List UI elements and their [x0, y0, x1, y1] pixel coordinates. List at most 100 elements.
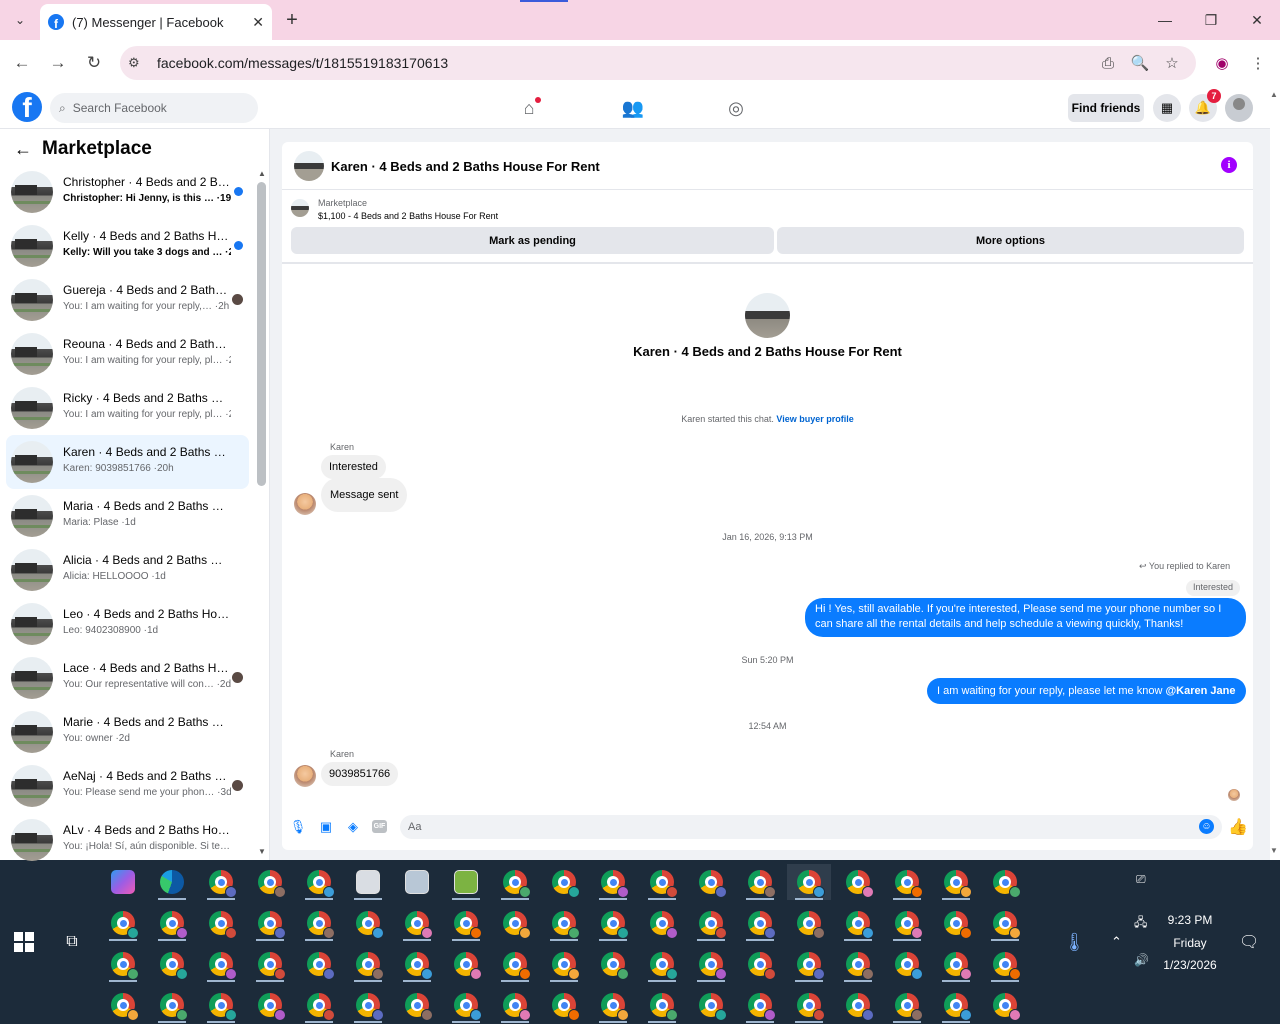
taskbar-app-button[interactable]: [885, 864, 929, 900]
taskbar-app-button[interactable]: [738, 946, 782, 982]
message-bubble-outgoing[interactable]: Hi ! Yes, still available. If you're int…: [805, 598, 1246, 637]
conversation-item[interactable]: Ricky · 4 Beds and 2 Baths House For Ren…: [6, 381, 249, 435]
taskbar-app-button[interactable]: [493, 905, 537, 941]
minimize-button[interactable]: —: [1150, 8, 1180, 32]
sidebar-scrollbar[interactable]: [257, 182, 266, 486]
task-view-icon[interactable]: ⧉: [62, 932, 82, 952]
taskbar-app-button[interactable]: [689, 864, 733, 900]
taskbar-app-button[interactable]: [640, 987, 684, 1023]
page-scroll-up-icon[interactable]: ▲: [1270, 90, 1278, 99]
url-text[interactable]: facebook.com/messages/t/1815519183170613: [157, 55, 448, 71]
taskbar-app-button[interactable]: [885, 946, 929, 982]
restore-button[interactable]: ❐: [1196, 8, 1226, 32]
clock-date[interactable]: 1/23/2026: [1160, 958, 1220, 972]
quoted-message[interactable]: Interested: [1186, 580, 1241, 596]
browser-tab-messenger[interactable]: f (7) Messenger | Facebook ✕: [40, 4, 272, 40]
conversation-item[interactable]: Guereja · 4 Beds and 2 Baths House For R…: [6, 273, 249, 327]
taskbar-app-button[interactable]: [395, 946, 439, 982]
conversation-item[interactable]: Alicia · 4 Beds and 2 Baths House For Re…: [6, 543, 249, 597]
taskbar-app-button[interactable]: [150, 987, 194, 1023]
taskbar-app-button[interactable]: [493, 864, 537, 900]
profile-icon[interactable]: ◉: [1211, 53, 1233, 73]
taskbar-app-button[interactable]: [444, 905, 488, 941]
back-arrow-icon[interactable]: ←: [14, 139, 32, 160]
find-friends-button[interactable]: Find friends: [1068, 94, 1144, 122]
taskbar-app-button[interactable]: [738, 864, 782, 900]
taskbar-app-button[interactable]: [493, 987, 537, 1023]
new-tab-button[interactable]: +: [280, 8, 304, 32]
taskbar-app-button[interactable]: [199, 864, 243, 900]
view-buyer-profile-link[interactable]: View buyer profile: [776, 414, 853, 424]
sender-avatar[interactable]: [294, 493, 316, 515]
taskbar-app-button[interactable]: [444, 864, 488, 900]
taskbar-app-button[interactable]: [346, 946, 390, 982]
taskbar-app-button[interactable]: [836, 864, 880, 900]
taskbar-app-button[interactable]: [787, 987, 831, 1023]
taskbar-app-button[interactable]: [346, 864, 390, 900]
account-avatar[interactable]: [1225, 94, 1253, 122]
mention-karen-jane[interactable]: @Karen Jane: [1165, 684, 1235, 699]
volume-icon[interactable]: 🔊: [1134, 953, 1149, 967]
bookmark-star-icon[interactable]: ☆: [1161, 53, 1183, 73]
taskbar-app-button[interactable]: [444, 946, 488, 982]
taskbar-app-button[interactable]: [591, 905, 635, 941]
taskbar-app-button[interactable]: [150, 946, 194, 982]
browser-menu-icon[interactable]: ⋮: [1247, 53, 1269, 73]
conversation-item[interactable]: Kelly · 4 Beds and 2 Baths House For Ren…: [6, 219, 249, 273]
microphone-icon[interactable]: 🎙: [290, 819, 307, 835]
taskbar-app-button[interactable]: [787, 905, 831, 941]
taskbar-app-button[interactable]: [640, 864, 684, 900]
taskbar-app-button[interactable]: [787, 946, 831, 982]
gif-icon[interactable]: GIF: [372, 820, 387, 833]
conversation-avatar[interactable]: [745, 293, 790, 338]
taskbar-app-button[interactable]: [444, 987, 488, 1023]
taskbar-app-button[interactable]: [836, 987, 880, 1023]
message-input[interactable]: Aa: [400, 815, 1222, 839]
conversation-item[interactable]: Marie · 4 Beds and 2 Baths House For Ren…: [6, 705, 249, 759]
sender-avatar[interactable]: [294, 765, 316, 787]
thumbs-up-icon[interactable]: 👍: [1228, 817, 1248, 837]
taskbar-app-button[interactable]: [934, 946, 978, 982]
windows-start-icon[interactable]: [14, 932, 34, 952]
taskbar-app-button[interactable]: [395, 905, 439, 941]
taskbar-app-button[interactable]: [542, 987, 586, 1023]
taskbar-app-button[interactable]: [787, 864, 831, 900]
message-bubble-incoming[interactable]: Interested: [321, 455, 386, 479]
taskbar-app-button[interactable]: [591, 946, 635, 982]
taskbar-app-button[interactable]: [248, 987, 292, 1023]
tab-close-icon[interactable]: ✕: [252, 14, 264, 31]
taskbar-app-button[interactable]: [150, 864, 194, 900]
sidebar-scroll-down-icon[interactable]: ▼: [258, 847, 266, 856]
photo-icon[interactable]: ▣: [318, 819, 334, 835]
site-info-icon[interactable]: ⚙: [128, 55, 140, 71]
taskbar-app-button[interactable]: [836, 905, 880, 941]
taskbar-app-button[interactable]: [934, 987, 978, 1023]
taskbar-app-button[interactable]: [297, 946, 341, 982]
conversation-item[interactable]: Karen · 4 Beds and 2 Baths House For Ren…: [6, 435, 249, 489]
show-hidden-icons-chevron-icon[interactable]: ⌃: [1111, 934, 1122, 950]
taskbar-app-button[interactable]: [542, 864, 586, 900]
taskbar-app-button[interactable]: [689, 905, 733, 941]
conversation-item[interactable]: AeNaj · 4 Beds and 2 Baths House For Ren…: [6, 759, 249, 813]
listing-thumbnail[interactable]: [291, 199, 309, 217]
sidebar-scroll-up-icon[interactable]: ▲: [258, 169, 266, 178]
taskbar-app-button[interactable]: [591, 987, 635, 1023]
taskbar-app-button[interactable]: [199, 905, 243, 941]
facebook-logo-icon[interactable]: f: [12, 92, 42, 122]
taskbar-app-button[interactable]: [297, 864, 341, 900]
taskbar-app-button[interactable]: [493, 946, 537, 982]
taskbar-app-button[interactable]: [297, 987, 341, 1023]
taskbar-app-button[interactable]: [689, 946, 733, 982]
taskbar-app-button[interactable]: [983, 864, 1027, 900]
taskbar-app-button[interactable]: [101, 864, 145, 900]
forward-button[interactable]: →: [46, 52, 70, 74]
groups-icon[interactable]: ◎: [723, 96, 749, 120]
install-app-icon[interactable]: ⎙: [1097, 53, 1119, 73]
mark-as-pending-button[interactable]: Mark as pending: [291, 227, 774, 254]
listing-title[interactable]: $1,100 - 4 Beds and 2 Baths House For Re…: [318, 211, 498, 221]
taskbar-app-button[interactable]: [983, 905, 1027, 941]
taskbar-app-button[interactable]: [542, 946, 586, 982]
taskbar-app-button[interactable]: [640, 946, 684, 982]
page-scroll-down-icon[interactable]: ▼: [1270, 846, 1278, 855]
taskbar-app-button[interactable]: [934, 905, 978, 941]
